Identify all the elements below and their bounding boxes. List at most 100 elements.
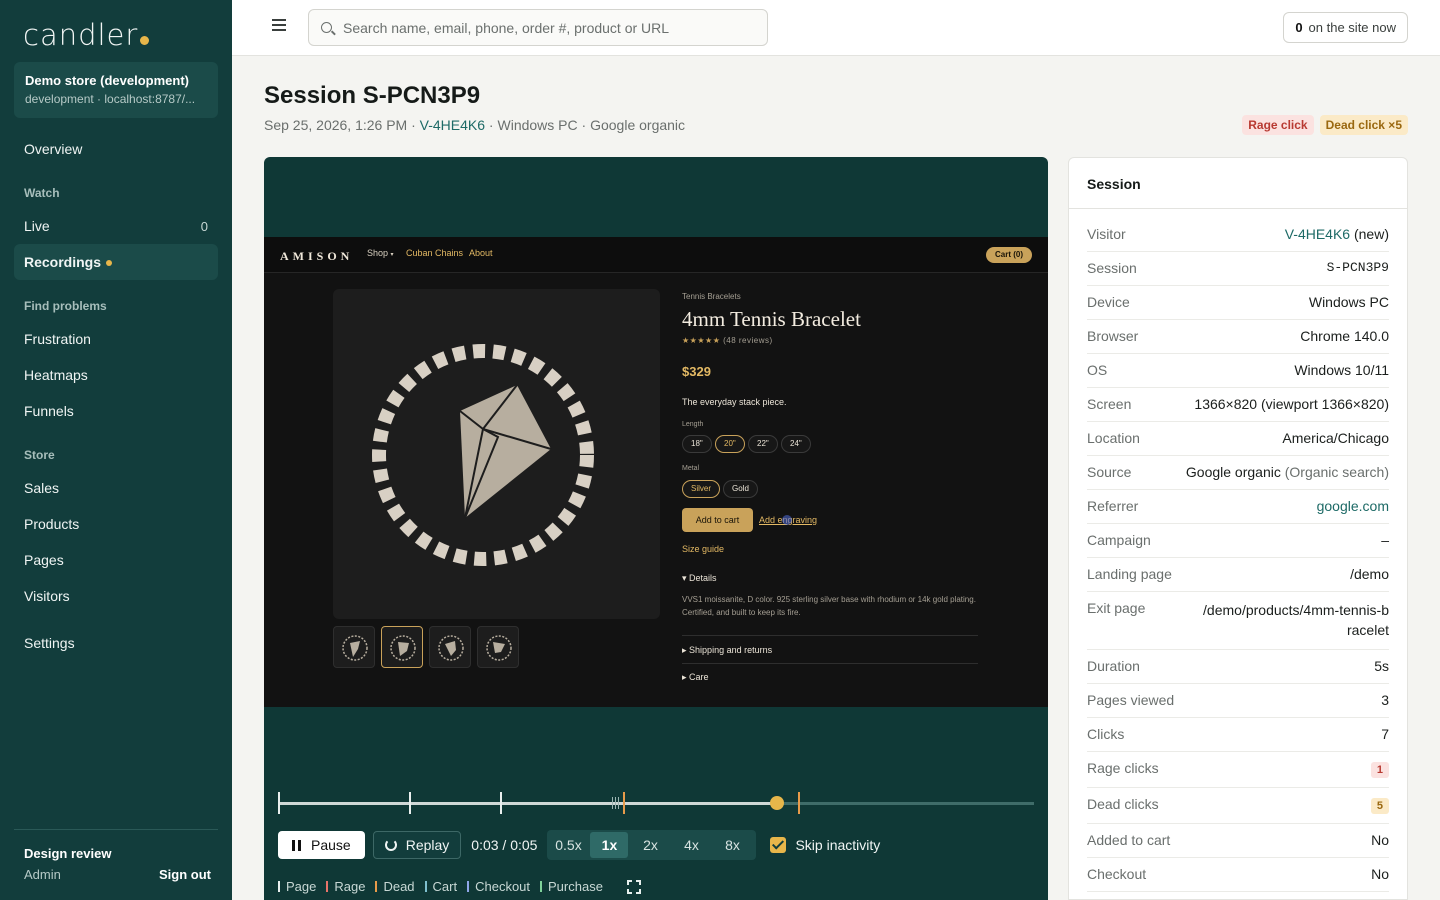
nav-recordings[interactable]: Recordings xyxy=(14,244,218,280)
replay-product-tagline: The everyday stack piece. xyxy=(682,397,787,407)
detail-key: Pages viewed xyxy=(1087,692,1175,708)
session-detail-list: Visitor V-4HE4K6 (new) Session S-PCN3P9 De… xyxy=(1087,218,1389,892)
detail-key: Session xyxy=(1087,260,1137,276)
timeline-page-marker[interactable] xyxy=(500,792,502,814)
pause-button[interactable]: Pause xyxy=(278,831,365,859)
replay-thumbnail-selected xyxy=(381,626,423,668)
detail-dead-clicks: Dead clicks 5 xyxy=(1087,788,1389,824)
detail-value: 1366×820 (viewport 1366×820) xyxy=(1194,396,1389,412)
store-switcher[interactable]: Demo store (development) development · l… xyxy=(14,62,218,118)
fullscreen-icon[interactable] xyxy=(626,879,641,894)
checkbox-checked-icon[interactable] xyxy=(770,837,787,853)
timeline-click-marker[interactable] xyxy=(612,797,613,809)
replay-details-label: Details xyxy=(689,573,717,583)
legend-cart-label: Cart xyxy=(432,879,458,894)
nav-heatmaps[interactable]: Heatmaps xyxy=(14,357,218,393)
detail-clicks: Clicks 7 xyxy=(1087,718,1389,752)
timeline-dead-click-marker[interactable] xyxy=(623,792,625,814)
logo-text: candler xyxy=(23,18,139,52)
speed-8x[interactable]: 8x xyxy=(713,832,751,858)
speed-0-5x[interactable]: 0.5x xyxy=(549,832,587,858)
store-name: Demo store (development) xyxy=(25,73,189,88)
playback-controls: Pause Replay 0:03 / 0:05 0.5x 1x 2x 4x 8… xyxy=(278,830,880,860)
detail-value: No xyxy=(1371,832,1389,848)
replay-length-option: 22" xyxy=(748,435,778,453)
logo[interactable]: candler xyxy=(23,18,150,52)
timeline-click-marker[interactable] xyxy=(618,797,619,809)
replay-product-rating: ★★★★★ (48 reviews) xyxy=(682,336,773,345)
legend-purchase-swatch xyxy=(540,881,543,892)
detail-key: Exit page xyxy=(1087,600,1146,616)
detail-key: Duration xyxy=(1087,658,1140,674)
replay-thumbnail xyxy=(333,626,375,668)
search-input[interactable] xyxy=(343,10,753,45)
playback-timeline[interactable] xyxy=(278,792,1034,814)
referrer-link[interactable]: google.com xyxy=(1317,498,1389,514)
nav-products[interactable]: Products xyxy=(14,506,218,542)
nav-funnels[interactable]: Funnels xyxy=(14,393,218,429)
visitor-link[interactable]: V-4HE4K6 xyxy=(420,117,485,133)
nav-settings[interactable]: Settings xyxy=(14,625,218,661)
detail-pages-viewed: Pages viewed 3 xyxy=(1087,684,1389,718)
hamburger-menu-icon[interactable] xyxy=(272,19,286,31)
legend-page-swatch xyxy=(278,881,280,892)
detail-key: Location xyxy=(1087,430,1140,446)
triangle-right-icon: ▸ xyxy=(682,645,687,655)
replay-thumbnail xyxy=(477,626,519,668)
detail-key: Added to cart xyxy=(1087,832,1171,848)
legend-dead-label: Dead xyxy=(383,879,415,894)
nav-sales[interactable]: Sales xyxy=(14,470,218,506)
session-date: Sep 25, 2026, 1:26 PM xyxy=(264,117,408,133)
timeline-click-marker[interactable] xyxy=(615,797,616,809)
recording-dot-icon xyxy=(106,260,113,267)
skip-inactivity-toggle[interactable]: Skip inactivity xyxy=(770,837,880,853)
nav-visitors-label: Visitors xyxy=(24,588,70,604)
detail-landing-page: Landing page/demo xyxy=(1087,558,1389,592)
on-site-count: 0 xyxy=(1295,20,1303,35)
replay-product-price: $329 xyxy=(682,364,711,379)
session-meta: Sep 25, 2026, 1:26 PM · V-4HE4K6 · Windo… xyxy=(264,117,686,133)
pause-icon xyxy=(292,839,301,851)
nav-frustration[interactable]: Frustration xyxy=(14,321,218,357)
detail-source: Source Google organic (Organic search) xyxy=(1087,456,1389,490)
nav-section-watch: Watch xyxy=(24,186,60,200)
nav-settings-label: Settings xyxy=(24,635,75,651)
speed-4x[interactable]: 4x xyxy=(672,832,710,858)
detail-key: Referrer xyxy=(1087,498,1139,514)
top-bar: 0 on the site now xyxy=(232,0,1440,56)
timeline-page-marker[interactable] xyxy=(278,792,280,814)
visitor-id-link[interactable]: V-4HE4K6 xyxy=(1285,226,1350,242)
detail-device: Device Windows PC xyxy=(1087,286,1389,320)
nav-live[interactable]: Live 0 xyxy=(14,208,218,244)
timeline-dead-click-marker[interactable] xyxy=(798,792,800,814)
detail-session: Session S-PCN3P9 xyxy=(1087,252,1389,286)
replay-button[interactable]: Replay xyxy=(372,831,462,859)
sign-out-button[interactable]: Sign out xyxy=(159,867,211,882)
detail-value: Windows PC xyxy=(1308,294,1389,310)
legend-checkout: Checkout xyxy=(467,879,530,894)
replay-cart-button: Cart (0) xyxy=(985,247,1032,263)
search-box[interactable] xyxy=(308,9,768,46)
session-source: Google organic xyxy=(590,117,686,133)
nav-visitors[interactable]: Visitors xyxy=(14,578,218,614)
detail-duration: Duration 5s xyxy=(1087,650,1389,684)
fullscreen-corner xyxy=(635,879,641,885)
detail-key: OS xyxy=(1087,362,1108,378)
detail-key: Browser xyxy=(1087,328,1139,344)
nav-overview[interactable]: Overview xyxy=(14,131,218,167)
replay-nav-shop-label: Shop xyxy=(367,248,389,258)
legend-purchase-label: Purchase xyxy=(548,879,603,894)
timeline-page-marker[interactable] xyxy=(409,792,411,814)
nav-pages[interactable]: Pages xyxy=(14,542,218,578)
on-site-now-indicator[interactable]: 0 on the site now xyxy=(1283,12,1408,43)
nav-frustration-label: Frustration xyxy=(24,331,91,347)
speed-1x[interactable]: 1x xyxy=(590,832,629,858)
detail-value: 7 xyxy=(1381,726,1389,742)
nav-sales-label: Sales xyxy=(24,480,60,496)
replay-product-image xyxy=(333,289,660,619)
timeline-playhead[interactable] xyxy=(769,796,784,810)
rage-count-badge: 1 xyxy=(1370,762,1389,778)
replay-details-accordion: ▾ Details xyxy=(682,573,978,584)
speed-2x[interactable]: 2x xyxy=(631,832,669,858)
nav-products-label: Products xyxy=(24,516,80,532)
